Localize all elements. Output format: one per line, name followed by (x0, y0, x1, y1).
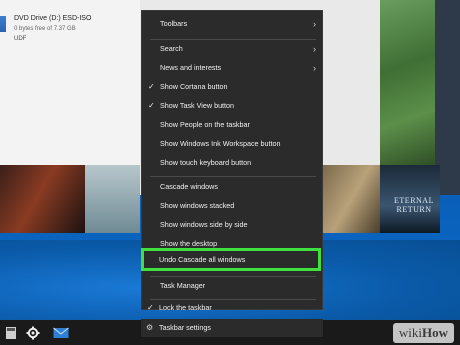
menu-item-show-windows-ink[interactable]: Show Windows Ink Workspace button (142, 135, 322, 153)
drive-free-space: 0 bytes free of 7.37 GB (14, 26, 76, 32)
check-icon: ✓ (147, 303, 154, 312)
thumbnail-caption: ETERNAL RETURN (394, 196, 434, 214)
menu-item-label: Cascade windows (160, 182, 218, 191)
gear-icon: ⚙ (146, 323, 154, 332)
explorer-pane: DVD Drive (D:) ESD-ISO 0 bytes free of 7… (0, 0, 140, 165)
menu-item-label: Search (160, 44, 183, 53)
menu-separator (150, 176, 316, 177)
drive-icon (0, 16, 6, 32)
menu-item-label: Show touch keyboard button (160, 158, 252, 167)
menu-item-label: Task Manager (160, 281, 206, 290)
menu-item-label: Show Windows Ink Workspace button (160, 139, 281, 148)
calculator-icon[interactable] (0, 323, 22, 343)
menu-item-show-windows-stacked[interactable]: Show windows stacked (142, 197, 322, 215)
menu-item-show-task-view[interactable]: ✓ Show Task View button (142, 97, 322, 115)
menu-item-label: Lock the taskbar (159, 303, 212, 312)
image-tile-green[interactable] (380, 0, 435, 165)
thumbnail-image[interactable] (323, 165, 380, 233)
watermark-prefix: wiki (398, 325, 422, 340)
mail-icon[interactable] (50, 323, 72, 343)
menu-item-taskbar-settings[interactable]: ⚙ Taskbar settings (141, 319, 323, 337)
thumbnail-image[interactable] (85, 165, 140, 233)
submenu-arrow-icon: › (313, 63, 316, 73)
highlighted-menu-item-undo-cascade[interactable]: Undo Cascade all windows (141, 248, 321, 271)
dvd-drive-item[interactable]: DVD Drive (D:) ESD-ISO 0 bytes free of 7… (0, 14, 140, 44)
menu-item-task-manager[interactable]: Task Manager (142, 277, 322, 295)
menu-item-label: News and interests (160, 63, 222, 72)
menu-item-label: Taskbar settings (159, 323, 211, 332)
check-icon: ✓ (148, 82, 155, 91)
menu-item-lock-taskbar[interactable]: ✓ Lock the taskbar (141, 300, 321, 316)
submenu-arrow-icon: › (313, 44, 316, 54)
menu-item-label: Undo Cascade all windows (159, 255, 246, 264)
menu-item-label: Show windows stacked (160, 201, 235, 210)
menu-item-label: Toolbars (160, 19, 188, 28)
menu-item-show-cortana[interactable]: ✓ Show Cortana button (142, 78, 322, 96)
wikihow-watermark: wikiHow (392, 323, 454, 343)
menu-item-show-touch-keyboard[interactable]: Show touch keyboard button (142, 154, 322, 172)
submenu-arrow-icon: › (313, 19, 316, 29)
menu-item-label: Show People on the taskbar (160, 120, 250, 129)
menu-item-label: Show windows side by side (160, 220, 248, 229)
thumbnail-image[interactable] (0, 165, 85, 233)
menu-item-toolbars[interactable]: Toolbars › (142, 15, 322, 33)
menu-item-label: Show Task View button (160, 101, 235, 110)
menu-item-search[interactable]: Search › (142, 40, 322, 58)
menu-item-label: Show Cortana button (160, 82, 228, 91)
menu-item-show-people[interactable]: Show People on the taskbar (142, 116, 322, 134)
menu-item-news-and-interests[interactable]: News and interests › (142, 59, 322, 77)
menu-item-undo-cascade[interactable]: Undo Cascade all windows (141, 251, 321, 268)
check-icon: ✓ (148, 101, 155, 110)
drive-filesystem: UDF (14, 36, 27, 42)
watermark-suffix: How (422, 325, 448, 340)
settings-icon[interactable] (22, 323, 44, 343)
drive-name: DVD Drive (D:) ESD-ISO (14, 15, 92, 22)
menu-item-cascade-windows[interactable]: Cascade windows (142, 178, 322, 196)
menu-item-show-windows-side-by-side[interactable]: Show windows side by side (142, 216, 322, 234)
